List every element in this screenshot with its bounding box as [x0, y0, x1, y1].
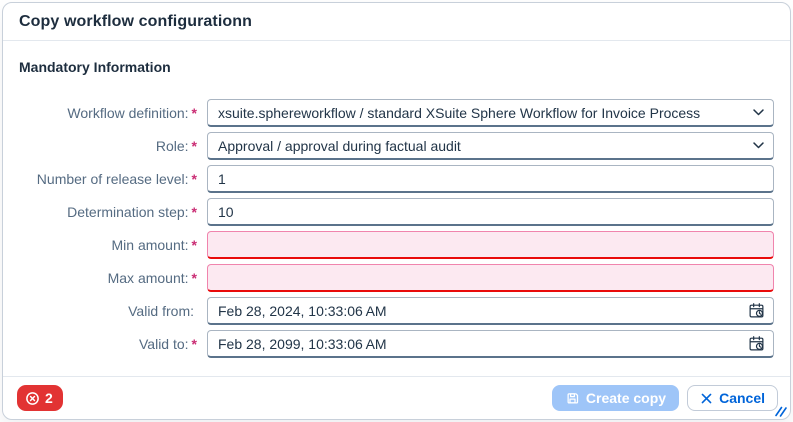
valid-to-value: Feb 28, 2099, 10:33:06 AM — [218, 335, 387, 352]
messages-error-badge[interactable]: 2 — [17, 385, 63, 411]
field-label-determination-step: Determination step: * — [67, 204, 197, 220]
dialog-content: Mandatory Information Workflow definitio… — [3, 41, 790, 376]
min-amount-input[interactable] — [207, 231, 774, 259]
role-value: Approval / approval during factual audit — [218, 137, 461, 154]
workflow-definition-value: xsuite.sphereworkflow / standard XSuite … — [218, 104, 701, 121]
required-asterisk: * — [191, 171, 197, 187]
required-asterisk: * — [191, 105, 197, 121]
valid-to-datetime-field[interactable]: Feb 28, 2099, 10:33:06 AM — [207, 330, 774, 358]
field-label-role: Role: * — [155, 138, 197, 154]
valid-from-value: Feb 28, 2024, 10:33:06 AM — [218, 302, 387, 319]
field-label-max-amount: Max amount: * — [107, 270, 197, 286]
section-title: Mandatory Information — [19, 59, 171, 75]
required-asterisk: * — [191, 237, 197, 253]
field-label-valid-to: Valid to: * — [139, 336, 197, 352]
save-icon — [565, 391, 580, 406]
chevron-down-icon[interactable] — [746, 106, 765, 119]
field-label-min-amount: Min amount: * — [111, 237, 198, 253]
create-copy-label: Create copy — [585, 390, 667, 406]
valid-from-datetime-field[interactable]: Feb 28, 2024, 10:33:06 AM — [207, 297, 774, 325]
dialog-footer: 2 Create copy Cancel — [3, 376, 790, 419]
role-select[interactable]: Approval / approval during factual audit — [207, 132, 774, 160]
determination-step-input[interactable] — [207, 198, 774, 226]
create-copy-button[interactable]: Create copy — [551, 385, 680, 411]
field-label-workflow-definition: Workflow definition: * — [67, 105, 197, 121]
chevron-down-icon[interactable] — [746, 139, 765, 152]
error-count: 2 — [45, 390, 53, 406]
calendar-clock-icon[interactable] — [742, 335, 765, 352]
close-icon — [700, 392, 713, 405]
calendar-clock-icon[interactable] — [742, 302, 765, 319]
copy-workflow-dialog: Copy workflow configurationn Mandatory I… — [2, 2, 791, 420]
resize-handle-icon[interactable] — [774, 403, 788, 417]
required-asterisk: * — [191, 270, 197, 286]
dialog-header: Copy workflow configurationn — [3, 3, 790, 41]
required-asterisk: * — [191, 204, 197, 220]
number-of-release-level-input[interactable] — [207, 165, 774, 193]
workflow-definition-select[interactable]: xsuite.sphereworkflow / standard XSuite … — [207, 99, 774, 127]
required-asterisk: * — [191, 336, 197, 352]
max-amount-input[interactable] — [207, 264, 774, 292]
cancel-button[interactable]: Cancel — [687, 385, 778, 411]
field-label-number-of-release-level: Number of release level: * — [36, 171, 197, 187]
mandatory-information-form: Workflow definition: * xsuite.sphereworkf… — [19, 99, 774, 358]
field-label-valid-from: Valid from: — [128, 303, 194, 319]
error-circle-x-icon — [25, 391, 40, 406]
cancel-label: Cancel — [719, 390, 765, 406]
required-asterisk: * — [191, 138, 197, 154]
dialog-title: Copy workflow configurationn — [19, 12, 253, 30]
